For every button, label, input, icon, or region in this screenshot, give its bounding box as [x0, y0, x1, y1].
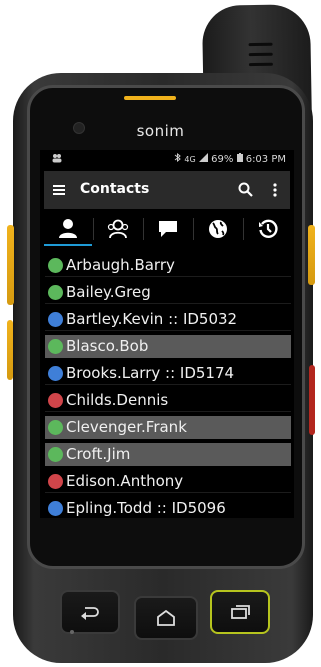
contact-row[interactable]: Brooks.Larry :: ID5174 [45, 362, 291, 385]
presence-status-dot [48, 473, 63, 489]
presence-status-dot [48, 257, 63, 273]
screen: 4G 69% 6:03 PM Contacts Arbaugh.Barry Ba… [40, 150, 294, 518]
side-button-right[interactable] [308, 225, 315, 285]
hardware-keys [38, 568, 288, 648]
contact-name: Arbaugh.Barry [66, 256, 175, 274]
home-key[interactable] [134, 596, 198, 640]
presence-status-dot [48, 419, 63, 435]
side-button[interactable] [7, 320, 13, 380]
contact-name: Clevenger.Frank [66, 418, 187, 436]
presence-status-dot [48, 392, 63, 408]
notification-icon [52, 154, 62, 163]
chat-icon [159, 221, 177, 237]
contact-row[interactable]: Bartley.Kevin :: ID5032 [45, 308, 291, 331]
tab-groups[interactable] [94, 212, 142, 246]
contact-row[interactable]: Arbaugh.Barry [45, 254, 291, 277]
speaker-grill [248, 52, 273, 57]
contact-list: Arbaugh.BarryBailey.GregBartley.Kevin ::… [45, 254, 291, 518]
contact-name: Epling.Todd :: ID5096 [66, 499, 226, 517]
page-title: Contacts [80, 181, 150, 197]
battery-percent: 69% [211, 154, 234, 165]
microphone [70, 630, 74, 634]
ptt-side-button[interactable] [7, 225, 14, 305]
speaker-grill [248, 42, 273, 47]
tab-history[interactable] [244, 212, 292, 246]
clock: 6:03 PM [245, 154, 286, 165]
bluetooth-icon [174, 152, 182, 163]
group-icon [107, 219, 129, 239]
speaker-grill [248, 62, 273, 67]
tab-contacts[interactable] [44, 212, 92, 246]
history-icon [259, 219, 278, 238]
more-vert-icon[interactable] [268, 180, 282, 200]
presence-status-dot [48, 311, 63, 327]
back-icon [81, 607, 99, 620]
recents-key[interactable] [210, 590, 270, 634]
presence-status-dot [48, 446, 63, 462]
brand-logo: sonim [136, 122, 185, 140]
signal-icon [198, 153, 208, 162]
presence-status-dot [48, 500, 63, 516]
contact-row[interactable]: Childs.Dennis [45, 389, 291, 412]
contact-row[interactable]: Clevenger.Frank [45, 416, 291, 439]
contact-name: Croft.Jim [66, 445, 131, 463]
contact-row[interactable]: Bailey.Greg [45, 281, 291, 304]
tab-globe[interactable] [194, 212, 242, 246]
home-icon [157, 610, 175, 626]
globe-icon [209, 220, 227, 238]
contact-name: Bartley.Kevin :: ID5032 [66, 310, 238, 328]
contact-row[interactable]: Edison.Anthony [45, 470, 291, 493]
tab-bar [44, 212, 290, 248]
contact-row[interactable]: Blasco.Bob [45, 335, 291, 358]
presence-status-dot [48, 338, 63, 354]
person-icon [59, 219, 77, 238]
presence-status-dot [48, 365, 63, 381]
app-bar: Contacts [44, 171, 290, 209]
status-bar: 4G 69% 6:03 PM [40, 150, 294, 170]
contact-name: Childs.Dennis [66, 391, 169, 409]
presence-status-dot [48, 284, 63, 300]
emergency-button[interactable] [309, 365, 315, 435]
contact-name: Edison.Anthony [66, 472, 184, 490]
menu-icon[interactable] [50, 180, 70, 200]
battery-icon [236, 153, 243, 162]
search-icon[interactable] [236, 180, 256, 200]
top-accent-strip [124, 96, 176, 100]
contact-row[interactable]: Epling.Todd :: ID5096 [45, 497, 291, 518]
tab-messages[interactable] [144, 212, 192, 246]
contact-row[interactable]: Croft.Jim [45, 443, 291, 466]
contact-name: Blasco.Bob [66, 337, 149, 355]
contact-name: Bailey.Greg [66, 283, 151, 301]
contact-name: Brooks.Larry :: ID5174 [66, 364, 235, 382]
recents-icon [231, 605, 250, 619]
back-key[interactable] [60, 590, 120, 634]
network-type: 4G [184, 155, 196, 164]
